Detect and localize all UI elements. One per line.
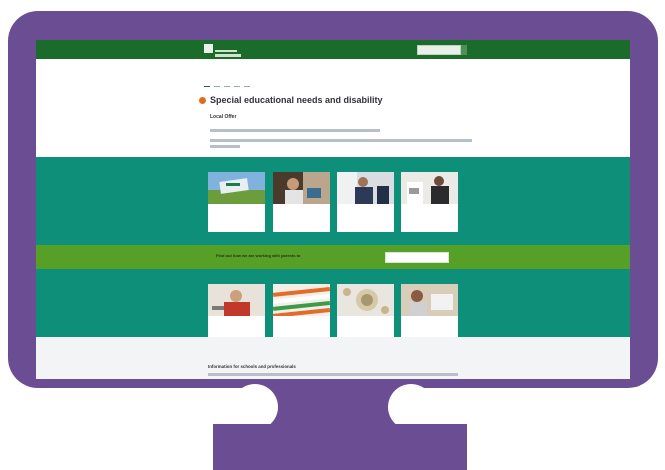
monitor-stand-neck [232,384,434,430]
site-logo[interactable] [204,44,244,57]
service-card[interactable] [273,284,330,344]
service-card[interactable] [401,172,458,232]
intro-text-line [210,139,472,142]
promo-text: Find out how we are working with parents… [216,253,301,258]
service-card[interactable] [337,172,394,232]
tab-3[interactable] [224,84,230,87]
intro-text-line [210,145,240,148]
card-image [208,172,265,204]
card-image [208,284,265,316]
service-card[interactable] [401,284,458,344]
section-tabs [204,84,250,87]
card-image [337,172,394,204]
search-button[interactable] [461,45,467,55]
service-card[interactable] [208,284,265,344]
logo-text [215,54,241,57]
section-text-line [208,373,458,376]
tab-5[interactable] [244,84,250,87]
tab-2[interactable] [214,84,220,87]
card-image [401,172,458,204]
card-image [401,284,458,316]
service-card[interactable] [208,172,265,232]
service-card[interactable] [273,172,330,232]
service-card[interactable] [337,284,394,344]
intro-text-line [210,129,380,132]
monitor-screen: Special educational needs and disability… [36,40,630,379]
tab-1[interactable] [204,84,210,87]
section-heading: Information for schools and professional… [208,364,296,369]
search-input[interactable] [417,45,461,55]
monitor-stand-base [213,424,467,470]
page-title: Special educational needs and disability [210,95,383,105]
logo-text-line [215,50,237,52]
logo-icon [204,44,213,53]
card-image [273,284,330,316]
tab-4[interactable] [234,84,240,87]
site-header [36,40,630,59]
card-image [273,172,330,204]
card-image [337,284,394,316]
promo-button[interactable] [385,252,449,263]
promo-band [36,245,630,269]
section-subtitle: Local Offer [210,114,237,120]
title-bullet-icon [199,97,206,104]
